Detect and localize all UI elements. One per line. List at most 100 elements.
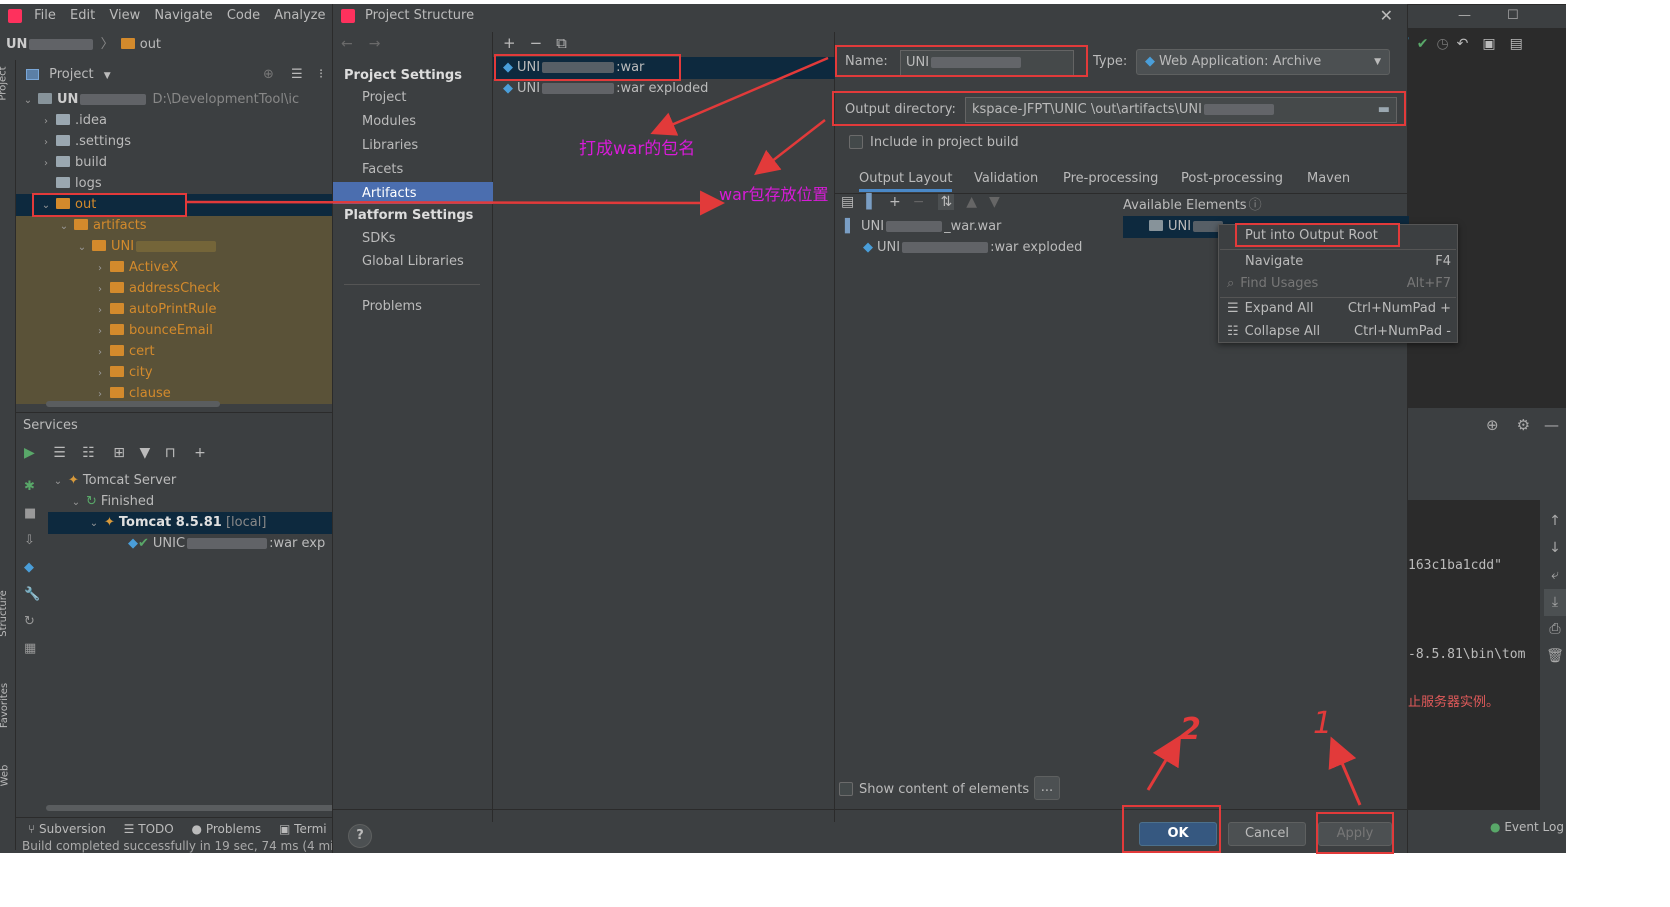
tab-maven[interactable]: Maven [1307, 168, 1350, 192]
menu-code[interactable]: Code [227, 8, 260, 23]
tree-item[interactable]: › bounceEmail [94, 320, 213, 341]
add-icon[interactable]: + [889, 194, 901, 210]
project-panel-title[interactable]: Project [49, 67, 93, 82]
nav-project[interactable]: Project [362, 90, 406, 105]
layout-exploded-item[interactable]: ◆ UNI:war exploded [863, 237, 1082, 258]
stop-icon[interactable]: ■ [24, 500, 40, 527]
maximize-icon[interactable]: ☐ [1507, 8, 1519, 23]
run-icon[interactable]: ▶ [24, 445, 35, 461]
tree-item[interactable]: › .idea [40, 110, 107, 131]
nav-problems[interactable]: Problems [362, 299, 422, 314]
artifact-war[interactable]: ◆ UNI:war [503, 57, 644, 78]
expand-all-icon[interactable]: ☰ [53, 445, 66, 461]
project-structure-icon[interactable]: ▣ [1482, 36, 1495, 52]
history-icon[interactable]: ◷ [1436, 36, 1448, 52]
menu-expand-all[interactable]: ☰ Expand All Ctrl+NumPad + [1227, 298, 1451, 319]
services-deployment[interactable]: ◆✔ UNIC:war exp [128, 533, 325, 554]
menu-navigate[interactable]: Navigate [154, 8, 212, 23]
folder-browse-icon[interactable]: ▬ [1378, 98, 1390, 122]
nav-global-libraries[interactable]: Global Libraries [362, 254, 464, 269]
filter-icon[interactable]: ▼ [139, 445, 150, 461]
chevron-right-icon[interactable]: › [94, 321, 106, 342]
tree-scrollbar[interactable] [46, 401, 220, 407]
refresh-icon[interactable]: ↻ [24, 608, 40, 635]
tree-item[interactable]: ⌄ artifacts [58, 215, 147, 236]
output-dir-field[interactable]: kspace-JFPT\UNIC \out\artifacts\UNI ▬ [965, 97, 1397, 123]
help-icon[interactable]: ⓘ [1249, 198, 1262, 213]
menu-file[interactable]: File [34, 8, 56, 23]
move-down-icon[interactable]: ▼ [989, 194, 1000, 210]
move-up-icon[interactable]: ▲ [966, 194, 977, 210]
nav-modules[interactable]: Modules [362, 114, 416, 129]
side-tab-favorites[interactable]: Favorites [0, 683, 10, 728]
archive-icon[interactable]: ▌ [866, 194, 877, 210]
side-tab-web[interactable]: Web [0, 765, 10, 787]
tree-item[interactable]: ⌄ UNI [76, 236, 217, 257]
add-icon[interactable]: + [194, 445, 206, 461]
check-icon[interactable]: ✔ [1417, 36, 1429, 52]
forward-arrow-icon[interactable]: → [369, 36, 381, 52]
hide-icon[interactable]: — [1544, 416, 1559, 434]
collapse-all-icon[interactable]: ☰ [291, 62, 303, 88]
menu-navigate[interactable]: Navigate F4 [1245, 251, 1451, 272]
tab-terminal[interactable]: Termi [294, 822, 326, 836]
nav-facets[interactable]: Facets [362, 162, 403, 177]
copy-icon[interactable]: ⧉ [556, 34, 567, 52]
revert-icon[interactable]: ↶ [1457, 36, 1469, 52]
scroll-end-icon[interactable]: ⤓ [1544, 589, 1566, 616]
tree-item[interactable]: › addressCheck [94, 278, 220, 299]
wrench-icon[interactable]: 🔧 [24, 581, 40, 608]
apply-button[interactable]: Apply [1318, 822, 1392, 846]
add-icon[interactable]: + [503, 34, 516, 52]
services-scrollbar[interactable] [46, 805, 336, 811]
down-arrow-icon[interactable]: ↓ [1544, 535, 1566, 562]
options-icon[interactable]: ⁝ [319, 62, 323, 88]
artifact-icon[interactable]: ◆ [24, 554, 40, 581]
tree-item[interactable]: logs [40, 173, 102, 194]
group-icon[interactable]: ⊞ [113, 445, 125, 461]
menu-collapse-all[interactable]: ☷ Collapse All Ctrl+NumPad - [1227, 321, 1451, 342]
breadcrumb-project[interactable]: UN [6, 37, 27, 52]
cancel-button[interactable]: Cancel [1228, 822, 1306, 846]
tab-validation[interactable]: Validation [974, 168, 1038, 192]
tree-item[interactable]: › .settings [40, 131, 131, 152]
locate-icon[interactable]: ⊕ [263, 62, 274, 88]
sort-icon[interactable]: ⇅ [938, 194, 955, 210]
remove-icon[interactable]: − [530, 34, 543, 52]
back-arrow-icon[interactable]: ← [341, 36, 353, 52]
tree-item[interactable]: › cert [94, 341, 155, 362]
tab-output-layout[interactable]: Output Layout [859, 168, 953, 192]
tab-todo[interactable]: TODO [138, 822, 173, 836]
chevron-down-icon[interactable]: ⌄ [40, 195, 52, 216]
nav-artifacts[interactable]: Artifacts [362, 186, 417, 201]
services-tomcat-instance[interactable]: ⌄ ✦ Tomcat 8.5.81 [local] [88, 512, 267, 534]
menu-put-into-output-root[interactable]: Put into Output Root [1245, 225, 1378, 246]
nav-sdks[interactable]: SDKs [362, 231, 396, 246]
debug-icon[interactable]: ✱ [24, 473, 40, 500]
event-log[interactable]: ● Event Log [1490, 820, 1564, 834]
artifact-war-exploded[interactable]: ◆ UNI:war exploded [503, 78, 708, 99]
tree-item[interactable]: › ActiveX [94, 257, 178, 278]
chevron-right-icon[interactable]: › [94, 258, 106, 279]
new-folder-icon[interactable]: ▤ [841, 194, 854, 210]
tab-problems[interactable]: Problems [206, 822, 261, 836]
chevron-right-icon[interactable]: › [94, 363, 106, 384]
chevron-right-icon[interactable]: › [40, 132, 52, 153]
remove-icon[interactable]: − [913, 194, 925, 210]
layout-war-item[interactable]: ▌ UNI _war.war [845, 216, 1001, 237]
globe-icon[interactable]: ⊕ [1486, 416, 1499, 434]
chevron-down-icon[interactable]: ⌄ [52, 471, 64, 492]
new-tab-icon[interactable]: ⊓ [165, 445, 176, 461]
ok-button[interactable]: OK [1139, 822, 1217, 846]
help-button[interactable]: ? [348, 824, 372, 848]
chevron-right-icon[interactable]: › [40, 111, 52, 132]
services-tomcat-server[interactable]: ⌄ ✦ Tomcat Server [52, 470, 176, 491]
chevron-down-icon[interactable]: ⌄ [58, 216, 70, 237]
layout-icon[interactable]: ▦ [24, 635, 40, 662]
tree-item[interactable]: › build [40, 152, 107, 173]
soft-wrap-icon[interactable]: ⤶ [1544, 562, 1566, 589]
print-icon[interactable]: ⎙ [1544, 616, 1566, 643]
menu-edit[interactable]: Edit [70, 8, 95, 23]
show-content-checkbox[interactable] [839, 782, 853, 796]
chevron-down-icon[interactable]: ⌄ [88, 513, 100, 534]
